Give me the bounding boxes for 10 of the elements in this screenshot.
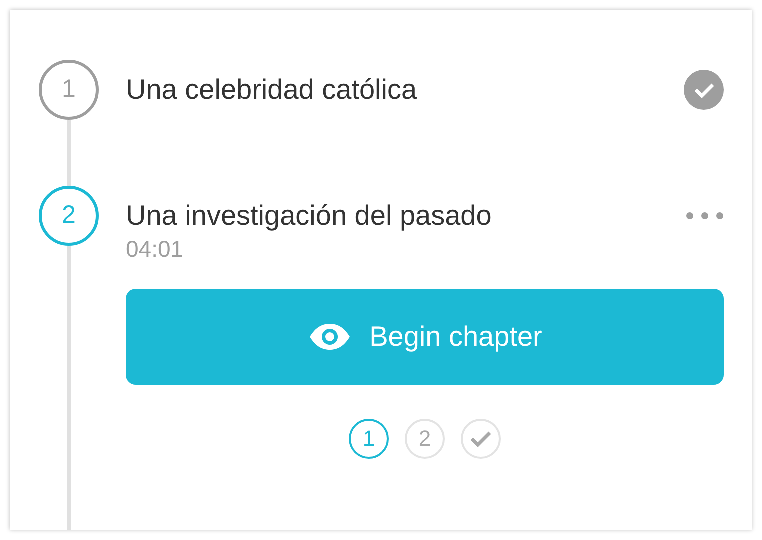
more-icon[interactable] <box>686 212 724 220</box>
step-indicator[interactable]: 1 <box>349 418 389 458</box>
chapter-duration: 04:01 <box>126 235 185 264</box>
eye-icon <box>308 322 352 350</box>
chapter-title[interactable]: Una celebridad católica <box>126 60 418 120</box>
step-indicator[interactable] <box>461 418 501 458</box>
chapter-number: 1 <box>39 60 99 120</box>
chapter-number: 2 <box>39 186 99 246</box>
step-indicator[interactable]: 2 <box>405 418 445 458</box>
begin-chapter-button[interactable]: Begin chapter <box>126 288 724 384</box>
